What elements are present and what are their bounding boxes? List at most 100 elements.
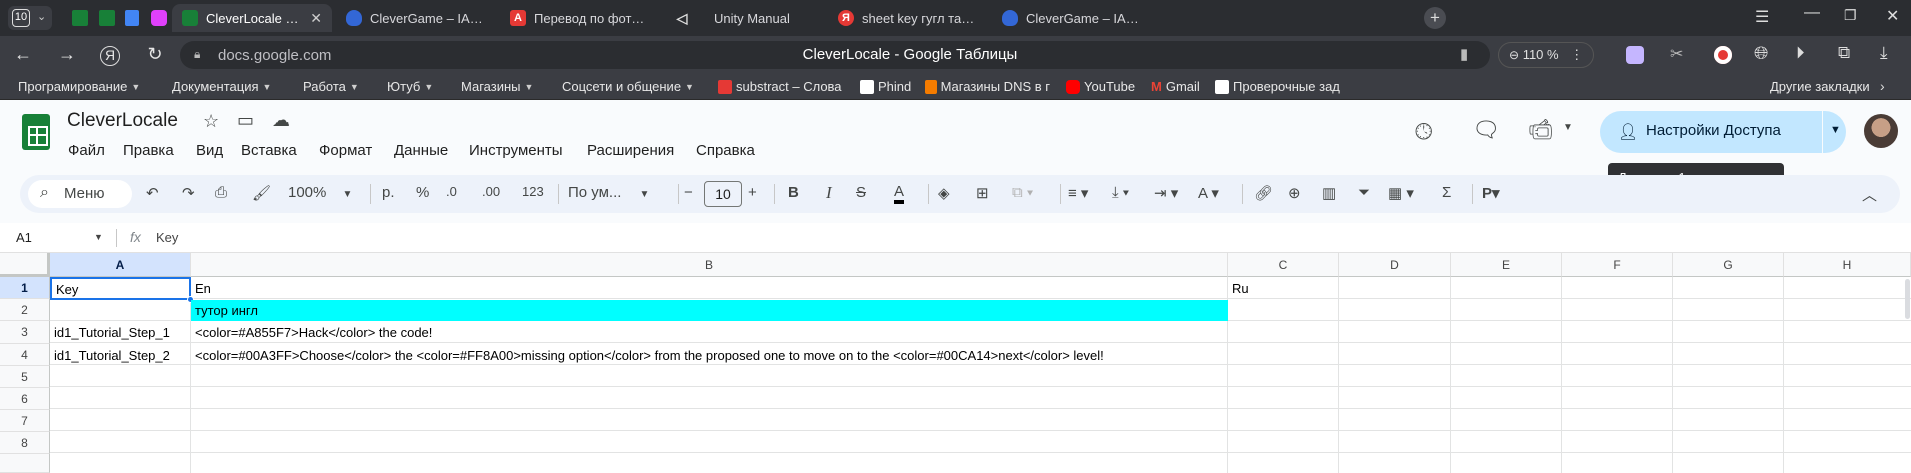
document-title[interactable]: CleverLocale — [67, 110, 178, 132]
bookmark-tests[interactable]: Проверочные зад — [1215, 79, 1341, 94]
pinned-sheets-icon[interactable] — [72, 10, 88, 26]
tab-translate[interactable]: A Перевод по фото онлайн — [500, 4, 660, 32]
vertical-scrollbar[interactable] — [1905, 279, 1910, 319]
number-format-button[interactable]: 123 — [522, 184, 544, 199]
vertical-align-icon[interactable]: ⤓ ▾ — [1112, 184, 1129, 201]
insert-comment-icon[interactable]: ⊕ — [1288, 184, 1301, 202]
tab-clevergame-iam-2[interactable]: CleverGame – IAM & Adm — [992, 4, 1152, 32]
text-rotation-icon[interactable]: A ▾ — [1198, 184, 1219, 202]
menu-help[interactable]: Справка — [696, 142, 755, 159]
zoom-select[interactable]: 100% ▼ — [288, 184, 352, 201]
menu-edit[interactable]: Правка — [123, 142, 174, 159]
cell-a1[interactable]: Key — [50, 277, 191, 300]
column-header-f[interactable]: F — [1562, 253, 1673, 277]
chevron-down-icon[interactable]: ▼ — [1830, 124, 1841, 136]
formula-input[interactable]: Key — [156, 230, 178, 245]
yandex-icon[interactable]: Я — [100, 46, 120, 66]
forward-arrow-icon[interactable]: → — [56, 44, 78, 65]
spell-check-icon[interactable]: P▾ — [1482, 184, 1500, 202]
currency-format-button[interactable]: р. — [382, 184, 395, 201]
restore-icon[interactable]: ❐ — [1844, 7, 1857, 24]
column-header-c[interactable]: C — [1228, 253, 1339, 277]
cell-c1[interactable]: Ru — [1228, 277, 1339, 299]
borders-icon[interactable]: ⊞ — [976, 184, 989, 202]
column-header-e[interactable]: E — [1451, 253, 1562, 277]
bookmark-icon[interactable]: ▮ — [1460, 45, 1468, 63]
cell-b2[interactable]: тутор ингл — [191, 300, 1228, 321]
bookmark-folder-work[interactable]: Работа ▼ — [303, 79, 359, 94]
horizontal-align-icon[interactable]: ≡ ▾ — [1068, 184, 1088, 202]
avatar[interactable] — [1864, 114, 1898, 148]
tab-cleverlocale[interactable]: CleverLocale - Google Т ✕ — [172, 4, 332, 32]
font-family-select[interactable]: По ум... ▼ — [568, 184, 649, 201]
meet-video-icon[interactable]: 📹︎ — [1528, 117, 1553, 142]
collapse-toolbar-icon[interactable]: ︿ — [1862, 184, 1877, 205]
menu-data[interactable]: Данные — [394, 142, 448, 159]
zoom-indicator[interactable]: ⊖ 110 % ⋮ — [1498, 42, 1595, 68]
redo-icon[interactable]: ↷ — [182, 184, 195, 202]
menu-view[interactable]: Вид — [196, 142, 223, 159]
fill-color-icon[interactable]: ◈ — [938, 184, 950, 202]
insert-chart-icon[interactable]: ▥ — [1322, 184, 1336, 202]
menu-icon[interactable]: ☰ — [1755, 7, 1769, 27]
bookmark-folder-programming[interactable]: Програмирование ▼ — [18, 79, 140, 94]
text-wrap-icon[interactable]: ⇥ ▾ — [1154, 184, 1178, 202]
column-header-d[interactable]: D — [1339, 253, 1451, 277]
bookmark-dns[interactable]: Магазины DNS в г — [925, 79, 1050, 94]
menu-format[interactable]: Формат — [319, 142, 372, 159]
tab-sheet-key[interactable]: Я sheet key гугл таблицы – — [828, 4, 988, 32]
font-size-increase-icon[interactable]: + — [748, 184, 757, 201]
close-icon[interactable]: ✕ — [310, 10, 322, 27]
cell-b1[interactable]: En — [191, 277, 1228, 299]
bookmark-folder-docs[interactable]: Документация ▼ — [172, 79, 271, 94]
cell-b3[interactable]: <color=#A855F7>Hack</color> the code! — [191, 321, 1228, 343]
record-icon[interactable] — [1714, 46, 1732, 64]
menu-tools[interactable]: Инструменты — [469, 142, 563, 159]
pinned-sheets-icon-2[interactable] — [99, 10, 115, 26]
bookmark-substract[interactable]: substract – Слова — [718, 79, 844, 94]
tab-unity-manual[interactable]: ◁ Unity Manual — [664, 4, 824, 32]
menu-extensions[interactable]: Расширения — [587, 142, 674, 159]
column-header-h[interactable]: H — [1784, 253, 1911, 277]
cell-b4[interactable]: <color=#00A3FF>Choose</color> the <color… — [191, 344, 1228, 366]
name-box[interactable]: A1 — [16, 230, 32, 245]
history-icon[interactable]: 🕓︎ — [1415, 119, 1432, 145]
filter-views-icon[interactable]: ▦ ▾ — [1388, 184, 1414, 202]
chevron-down-icon[interactable]: ▼ — [1563, 122, 1573, 133]
url-field[interactable]: 🔒︎ docs.google.com CleverLocale - Google… — [180, 41, 1490, 69]
tab-clevergame-iam[interactable]: CleverGame – IAM & Adm — [336, 4, 496, 32]
percent-format-button[interactable]: % — [416, 184, 429, 201]
star-icon[interactable]: ☆ — [203, 111, 219, 132]
column-header-b[interactable]: B — [191, 253, 1228, 277]
extensions-puzzle-icon[interactable]: ⧉ — [1838, 43, 1850, 63]
bookmark-folder-social[interactable]: Соцсети и общение ▼ — [562, 79, 694, 94]
bookmark-youtube[interactable]: YouTube — [1066, 79, 1135, 94]
chevron-down-icon[interactable]: ▼ — [94, 232, 103, 242]
paint-format-icon[interactable]: 🖌︎ — [252, 184, 271, 202]
bookmark-gmail[interactable]: M Gmail — [1151, 79, 1200, 94]
extension-icon-2[interactable]: ✂ — [1670, 44, 1683, 64]
close-window-icon[interactable]: ✕ — [1886, 6, 1899, 26]
select-all-corner[interactable] — [0, 253, 50, 277]
pinned-docs-icon[interactable] — [125, 10, 139, 26]
share-button[interactable]: 👤︎ Настройки Доступа ▼ — [1600, 111, 1846, 153]
downloads-icon[interactable]: ⤓ — [1880, 43, 1888, 63]
menu-search[interactable]: ⌕ Меню — [28, 180, 132, 208]
bookmark-folder-youtube[interactable]: Ютуб ▼ — [387, 79, 433, 94]
other-bookmarks[interactable]: Другие закладки — [1770, 79, 1870, 94]
bookmark-folder-shops[interactable]: Магазины ▼ — [461, 79, 533, 94]
comments-icon[interactable]: 🗨︎ — [1472, 117, 1500, 143]
back-arrow-icon[interactable]: ← — [12, 44, 34, 65]
print-icon[interactable]: ⎙ — [215, 184, 227, 201]
insert-link-icon[interactable]: 🔗︎ — [1254, 184, 1273, 202]
functions-icon[interactable]: Σ — [1442, 184, 1451, 201]
sheets-logo-icon[interactable] — [22, 114, 50, 150]
menu-insert[interactable]: Вставка — [241, 142, 297, 159]
increase-decimal-button[interactable]: .00 — [482, 184, 500, 199]
strikethrough-icon[interactable]: S — [856, 184, 866, 201]
bold-icon[interactable]: B — [788, 184, 799, 201]
undo-icon[interactable]: ↶ — [146, 184, 159, 202]
extension-icon-1[interactable] — [1626, 46, 1644, 64]
minimize-icon[interactable]: — — [1804, 4, 1820, 22]
decrease-decimal-button[interactable]: .0 — [446, 184, 457, 199]
